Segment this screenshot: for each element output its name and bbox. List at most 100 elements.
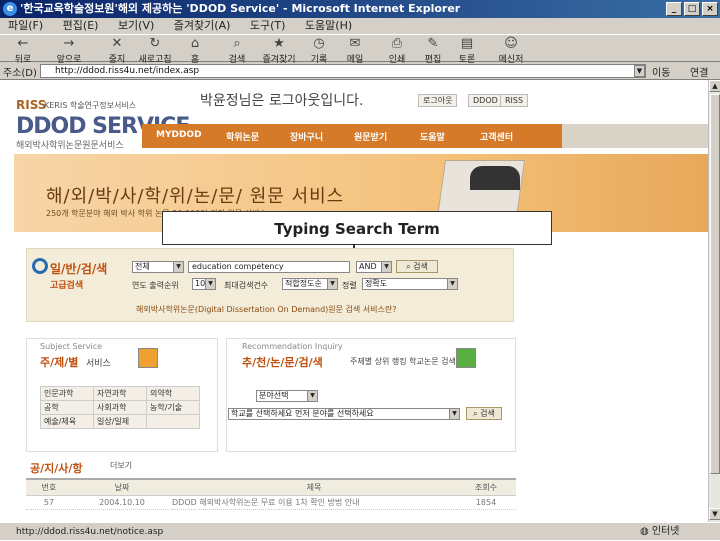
ddod-info-link[interactable]: 해외박사학위논문(Digital Dissertation On Demand)…	[136, 304, 397, 315]
history-icon: ◷	[313, 36, 325, 51]
order-select[interactable]: 정확도 ▼	[362, 278, 458, 290]
nav-support[interactable]: 고객센터	[480, 130, 513, 143]
nav-help[interactable]: 도움말	[420, 130, 445, 143]
stop-icon: ✕	[111, 36, 123, 51]
riss-home-button[interactable]: RISS	[500, 94, 529, 107]
subject-ko-suffix: 서비스	[86, 359, 111, 369]
back-button[interactable]: ← 뒤로	[2, 35, 44, 66]
address-input[interactable]: http://ddod.riss4u.net/index.asp	[40, 64, 646, 78]
menu-tools[interactable]: 도구(T)	[250, 18, 286, 34]
logo-korean: 해외박사학위논문원문서비스	[16, 141, 124, 151]
nav-tail	[562, 124, 708, 148]
address-label: 주소(D)	[3, 68, 37, 79]
notice-more-link[interactable]: 더보기	[110, 460, 132, 471]
subject-ko-title: 주/제/별	[40, 356, 79, 369]
chevron-down-icon: ▼	[327, 279, 337, 289]
col-title: 제목	[172, 478, 456, 496]
search-button[interactable]: ⌕ 검색	[216, 35, 258, 66]
welcome-text: 박윤정님은 로그아웃입니다.	[200, 93, 364, 109]
mail-icon: ✉	[349, 36, 361, 51]
year-label: 연도 출력순위	[132, 281, 179, 290]
search-title: 일/반/검/색	[50, 262, 108, 276]
search-submit-button[interactable]: ⌕ 검색	[396, 260, 438, 273]
ie-icon: e	[3, 2, 17, 16]
search-icon: ⌕	[233, 36, 241, 51]
scroll-thumb[interactable]	[710, 94, 720, 474]
col-date: 날짜	[72, 478, 172, 496]
recommend-desc: 주제별 상위 랭킹 학교논문 검색	[350, 357, 456, 366]
subject-arts[interactable]: 예술/체육	[40, 414, 94, 429]
advanced-search-link[interactable]: 고급검색	[50, 278, 83, 291]
window-title: '한국교육학술정보원'해외 제공하는 'DDOD Service' - Micr…	[20, 2, 461, 15]
banner-title: 해/외/박/사/학/위/논/문/ 원문 서비스	[46, 186, 345, 207]
subject-en-title: Subject Service	[40, 342, 103, 351]
subject-engineering[interactable]: 공학	[40, 400, 94, 415]
subject-social[interactable]: 사회과학	[93, 400, 147, 415]
riss-logo[interactable]: RISS	[16, 98, 46, 112]
back-arrow-icon: ←	[17, 36, 29, 51]
nav-download[interactable]: 원문받기	[354, 130, 387, 143]
notice-title: 공/지/사/항	[30, 462, 83, 475]
refresh-icon: ↻	[149, 36, 161, 51]
subject-medicine[interactable]: 의약학	[146, 386, 200, 401]
cube-icon	[138, 348, 158, 368]
menu-help[interactable]: 도움말(H)	[305, 18, 352, 34]
close-button[interactable]: ×	[702, 2, 718, 16]
stop-button[interactable]: ✕ 중지	[96, 35, 138, 66]
order-label: 정렬	[342, 281, 357, 290]
menu-view[interactable]: 보기(V)	[118, 18, 154, 34]
ddod-home-button[interactable]: DDOD	[468, 94, 503, 107]
table-row[interactable]: 57 2004.10.10 DDOD 해외박사학위논문 무료 이용 1차 확인 …	[26, 495, 516, 510]
graduate-cap-image	[470, 166, 520, 190]
page-content: RISS KERIS 학술연구정보서비스 DDOD SERVICE 해외박사학위…	[0, 80, 708, 522]
main-nav: MYDDOD 학위논문 장바구니 원문받기 도움말 고객센터	[142, 124, 562, 148]
print-icon: ⎙	[391, 36, 403, 51]
home-button[interactable]: ⌂ 홈	[174, 35, 216, 66]
links-button[interactable]: 연결	[690, 64, 708, 79]
subject-table: 인문과학 자연과학 의약학 공학 사회과학 농학/기술 예술/체육 일상/일제	[40, 386, 200, 429]
operator-select[interactable]: AND ▼	[356, 261, 392, 273]
scroll-down-icon[interactable]: ▼	[709, 508, 720, 520]
menu-edit[interactable]: 편집(E)	[63, 18, 99, 34]
status-bar: http://ddod.riss4u.net/notice.asp ◍ 인터넷	[0, 522, 720, 540]
subject-daily[interactable]: 일상/일제	[93, 414, 147, 429]
nav-cart[interactable]: 장바구니	[290, 130, 323, 143]
school-select[interactable]: 학교를 선택하세요 먼저 분야를 선택하세요 ▼	[228, 408, 460, 420]
field-select[interactable]: 전체 ▼	[132, 261, 184, 273]
search-input[interactable]: education competency	[188, 261, 350, 273]
go-button[interactable]: 이동	[652, 64, 670, 79]
subject-natural[interactable]: 자연과학	[93, 386, 147, 401]
zone-indicator: ◍ 인터넷	[640, 526, 680, 537]
vertical-scrollbar[interactable]: ▲ ▼	[708, 80, 720, 522]
address-bar: 주소(D) http://ddod.riss4u.net/index.asp ▼…	[0, 62, 720, 80]
nav-myddod[interactable]: MYDDOD	[156, 130, 202, 140]
field-category-select[interactable]: 분야선택 ▼	[256, 390, 318, 402]
forward-button[interactable]: → 앞으로	[48, 35, 90, 66]
recommend-search-button[interactable]: ⌕ 검색	[466, 407, 502, 420]
year-select[interactable]: 10 ▼	[192, 278, 216, 290]
scroll-up-icon[interactable]: ▲	[709, 80, 720, 92]
edit-icon: ✎	[427, 36, 439, 51]
sort-select[interactable]: 적합정도순 ▼	[282, 278, 338, 290]
refresh-button[interactable]: ↻ 새로고침	[134, 35, 176, 66]
favorites-button[interactable]: ★ 즐겨찾기	[258, 35, 300, 66]
messenger-icon: ☺	[504, 36, 518, 51]
menu-file[interactable]: 파일(F)	[8, 18, 43, 34]
messenger-button[interactable]: ☺ 메신저	[490, 35, 532, 66]
annotation-callout: Typing Search Term	[162, 211, 552, 245]
address-dropdown-icon[interactable]: ▼	[634, 65, 645, 77]
subject-humanities[interactable]: 인문과학	[40, 386, 94, 401]
recommend-en-title: Recommendation Inquiry	[242, 342, 343, 351]
menu-favorites[interactable]: 즐겨찾기(A)	[174, 18, 231, 34]
mail-button[interactable]: ✉ 메일	[334, 35, 376, 66]
discuss-button[interactable]: ▤ 토론	[446, 35, 488, 66]
maximize-button[interactable]: □	[684, 2, 700, 16]
subject-agriculture[interactable]: 농학/기술	[146, 400, 200, 415]
discuss-icon: ▤	[460, 36, 474, 51]
minimize-button[interactable]: _	[666, 2, 682, 16]
magnifier-icon	[32, 258, 48, 274]
status-url: http://ddod.riss4u.net/notice.asp	[16, 527, 164, 537]
nav-thesis[interactable]: 학위논문	[226, 130, 259, 143]
chevron-down-icon: ▼	[173, 262, 183, 272]
logout-button[interactable]: 로그아웃	[418, 94, 458, 107]
